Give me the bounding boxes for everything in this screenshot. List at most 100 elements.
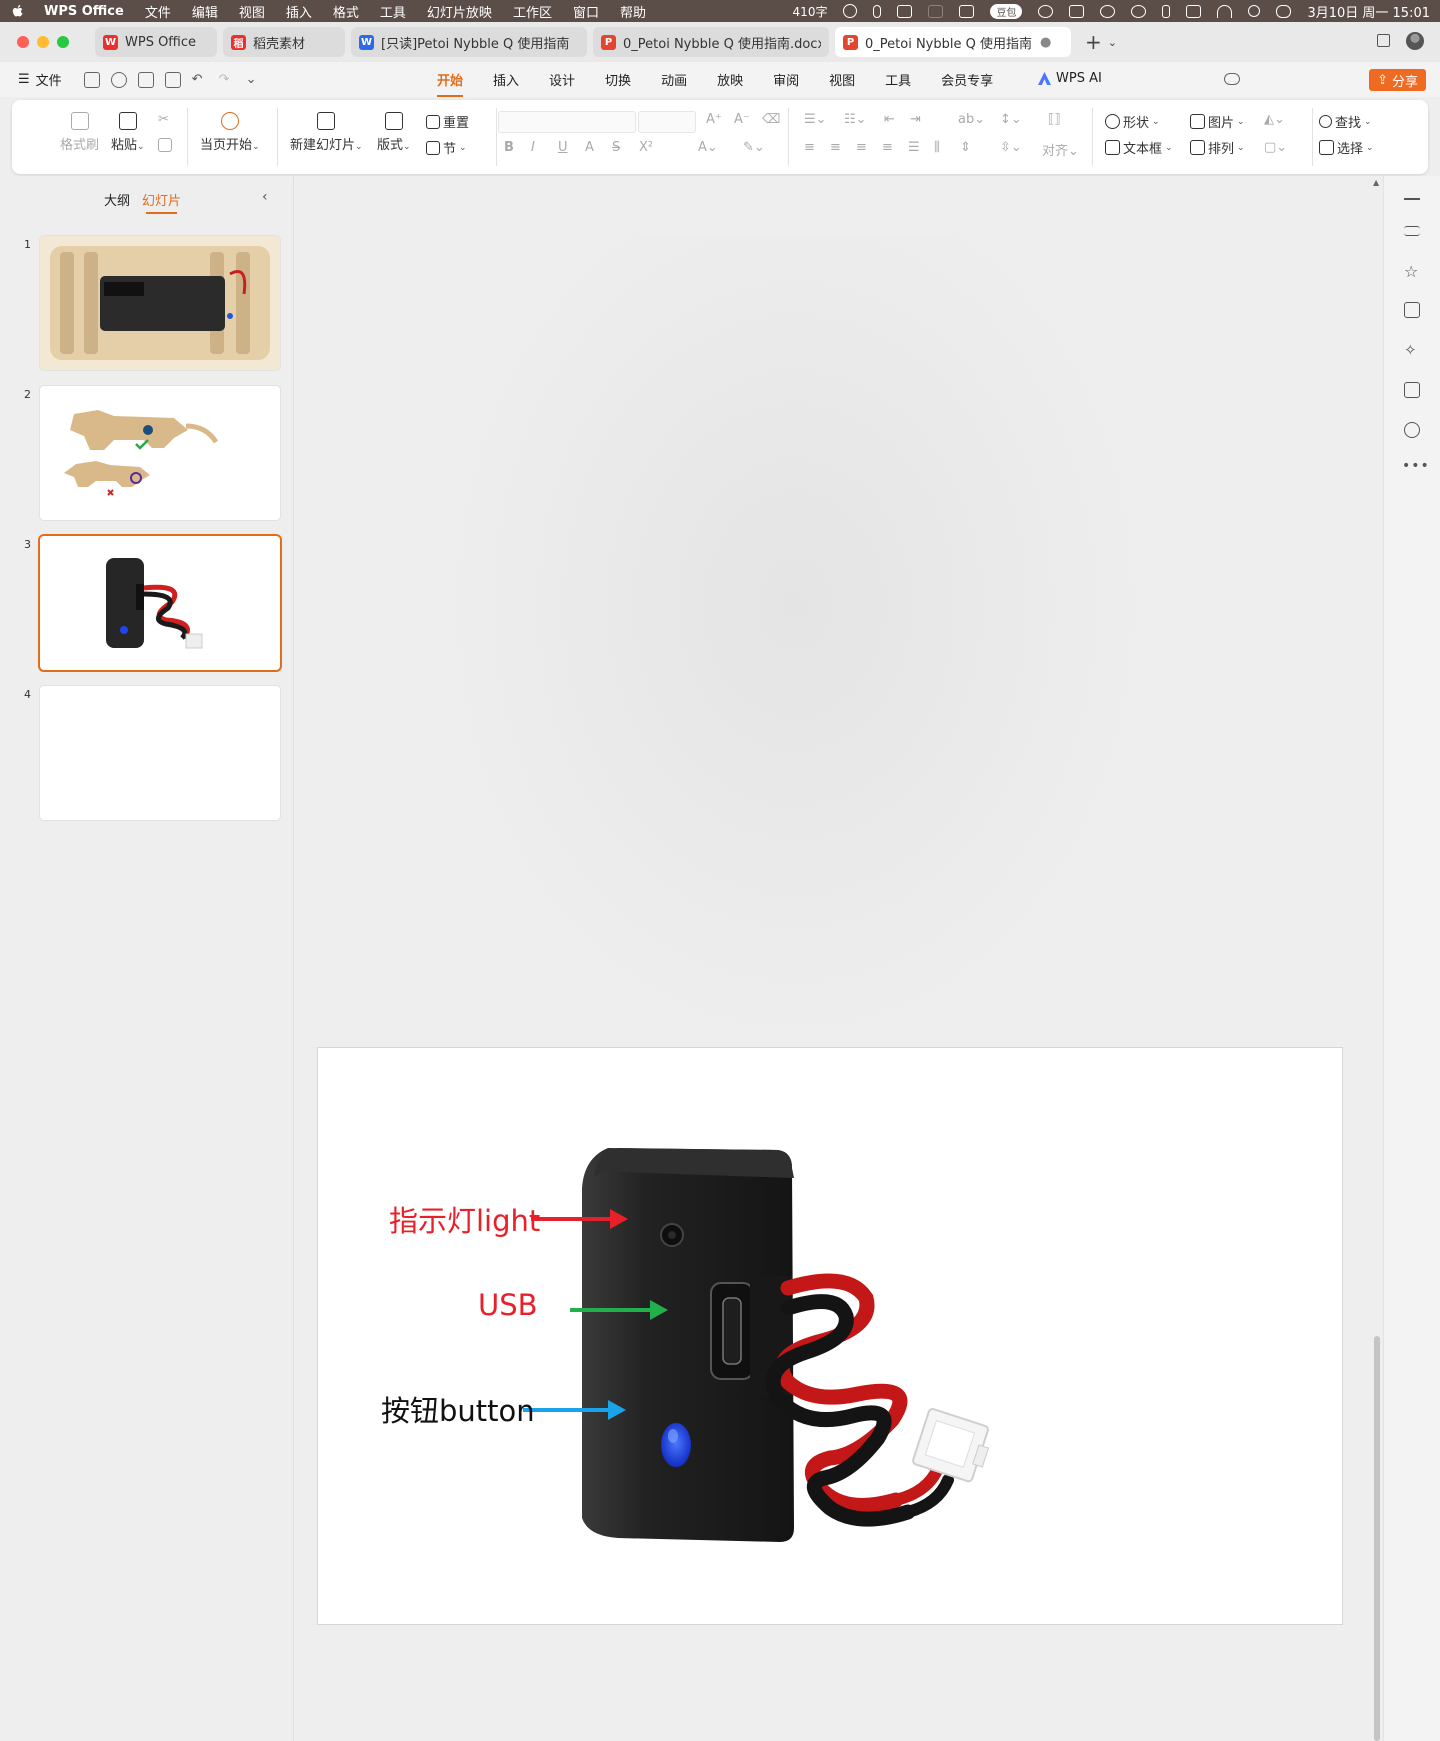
scroll-up-icon[interactable]: ▲ (1373, 178, 1379, 187)
chevron-down-icon[interactable]: ⌄ (246, 72, 262, 88)
slide-thumbnail-2[interactable] (40, 386, 280, 520)
menu-window[interactable]: 窗口 (573, 2, 599, 21)
menu-edit[interactable]: 编辑 (192, 2, 218, 21)
menu-view[interactable]: 视图 (239, 2, 265, 21)
font-color-icon[interactable]: A⌄ (698, 140, 718, 155)
vertical-scrollbar[interactable]: ▲ (1370, 176, 1383, 1741)
strikethrough-button[interactable]: S (612, 140, 620, 155)
tab-design[interactable]: 设计 (549, 70, 575, 89)
align-menu-button[interactable]: 对齐⌄ (1042, 140, 1079, 159)
underline-button[interactable]: U (558, 140, 568, 155)
column-icon[interactable]: ⫼ (934, 140, 940, 155)
menu-file[interactable]: 文件 (145, 2, 171, 21)
share-button[interactable]: ⇪ 分享 (1369, 69, 1426, 91)
apple-icon[interactable] (10, 3, 26, 19)
increase-font-icon[interactable]: A⁺ (706, 112, 722, 127)
find-button[interactable]: 查找 ⌄ (1319, 112, 1372, 131)
print-icon[interactable] (137, 71, 154, 88)
section-button[interactable]: 节 ⌄ (426, 138, 467, 157)
numbering-icon[interactable]: ☷⌄ (844, 112, 867, 127)
scrollbar-thumb[interactable] (1374, 1336, 1380, 1741)
new-slide-button[interactable]: 新建幻灯片⌄ (290, 112, 363, 153)
export-icon[interactable] (110, 71, 127, 88)
clock[interactable]: 3月10日 周一 15:01 (1307, 2, 1430, 21)
new-tab-button[interactable]: + (1085, 30, 1102, 54)
menu-insert[interactable]: 插入 (286, 2, 312, 21)
control-center-icon[interactable] (1276, 4, 1292, 18)
layout-button[interactable]: 版式⌄ (377, 112, 411, 153)
align-left-icon[interactable]: ≡ (804, 140, 815, 155)
align-text-icon[interactable]: ⟦⟧ (1048, 112, 1061, 127)
cloud-sync-icon[interactable] (1224, 73, 1240, 85)
tab-insert[interactable]: 插入 (493, 70, 519, 89)
minimize-sidebar-icon[interactable] (1404, 198, 1420, 200)
tab-animation[interactable]: 动画 (661, 70, 687, 89)
highlight-icon[interactable]: ✎⌄ (743, 140, 765, 155)
slide-thumbnail-4[interactable] (40, 686, 280, 820)
line-spacing-icon[interactable]: ↕⌄ (1000, 112, 1022, 127)
format-painter-button[interactable]: 格式刷 (60, 112, 99, 153)
magic-tools-icon[interactable]: ✧ (1404, 342, 1420, 358)
slide-editing-canvas[interactable]: 指示灯light USB 按钮button (295, 176, 1383, 1741)
label-button[interactable]: 按钮button (381, 1388, 535, 1430)
distribute-icon[interactable]: ☰ (908, 140, 920, 155)
tab-transition[interactable]: 切换 (605, 70, 631, 89)
chevron-down-icon[interactable]: ⌄ (1108, 36, 1117, 49)
menu-app-name[interactable]: WPS Office (44, 4, 124, 19)
label-indicator-light[interactable]: 指示灯light (389, 1198, 540, 1240)
input-method-icon[interactable] (897, 4, 913, 18)
edit-document-icon[interactable] (1404, 382, 1420, 398)
outdent-icon[interactable]: ⇤ (884, 112, 895, 127)
close-window-button[interactable] (17, 36, 29, 48)
shadow-button[interactable]: A (585, 140, 594, 155)
tab-readonly-doc[interactable]: W [只读]Petoi Nybble Q 使用指南 (351, 27, 587, 57)
tab-ppt-docx[interactable]: P 0_Petoi Nybble Q 使用指南.docx (593, 27, 829, 57)
tab-member[interactable]: 会员专享 (941, 70, 993, 89)
textbox-button[interactable]: 文本框 ⌄ (1105, 138, 1173, 157)
redo-icon[interactable]: ↷ (219, 72, 235, 88)
collapse-panel-icon[interactable]: ‹ (262, 189, 268, 205)
slide-thumbnail-3[interactable] (40, 536, 280, 670)
menu-slideshow[interactable]: 幻灯片放映 (427, 2, 492, 21)
tab-home[interactable]: 开始 (437, 70, 464, 97)
print-preview-icon[interactable] (164, 71, 181, 88)
doubao-pill[interactable]: 豆包 (990, 3, 1023, 19)
italic-button[interactable]: I (531, 140, 535, 155)
airdrop-icon[interactable] (1131, 4, 1147, 18)
screen-icon[interactable] (928, 4, 944, 18)
undo-icon[interactable]: ↶ (192, 72, 208, 88)
align-center-icon[interactable]: ≡ (830, 140, 841, 155)
tab-slideshow[interactable]: 放映 (717, 70, 743, 89)
star-icon[interactable]: ☆ (1404, 264, 1420, 280)
bluetooth-icon[interactable] (1162, 4, 1171, 18)
text-direction-icon[interactable]: ab⌄ (958, 112, 985, 127)
wifi-icon[interactable] (1217, 4, 1233, 18)
loop-icon[interactable] (1038, 4, 1054, 18)
comment-icon[interactable] (1404, 302, 1420, 318)
picture-button[interactable]: 图片 ⌄ (1190, 112, 1245, 131)
font-family-select[interactable] (498, 111, 636, 133)
arrange-button[interactable]: 排列 ⌄ (1190, 138, 1245, 157)
paste-button[interactable]: 粘贴⌄ (111, 112, 145, 153)
avatar[interactable] (1406, 32, 1424, 50)
play-from-current-button[interactable]: 当页开始⌄ (200, 112, 260, 153)
font-size-select[interactable] (638, 111, 696, 133)
zoom-window-button[interactable] (57, 36, 69, 48)
tab-review[interactable]: 审阅 (773, 70, 799, 89)
menu-tools[interactable]: 工具 (380, 2, 406, 21)
more-icon[interactable]: ••• (1402, 458, 1430, 474)
label-usb[interactable]: USB (478, 1288, 538, 1322)
bold-button[interactable]: B (504, 140, 514, 155)
bullets-icon[interactable]: ☰⌄ (804, 112, 827, 127)
reset-button[interactable]: 重置 (426, 112, 469, 131)
justify-icon[interactable]: ≡ (882, 140, 893, 155)
play-icon[interactable] (1100, 4, 1116, 18)
apps-icon[interactable] (959, 4, 975, 18)
paragraph-spacing-icon[interactable]: ⇕ (960, 140, 971, 155)
tab-view[interactable]: 视图 (829, 70, 855, 89)
file-menu-button[interactable]: ☰ 文件 (18, 70, 62, 89)
select-button[interactable]: 选择 ⌄ (1319, 138, 1374, 157)
menu-help[interactable]: 帮助 (620, 2, 646, 21)
tab-tools[interactable]: 工具 (885, 70, 911, 89)
tab-wps-office[interactable]: W WPS Office (95, 27, 217, 57)
